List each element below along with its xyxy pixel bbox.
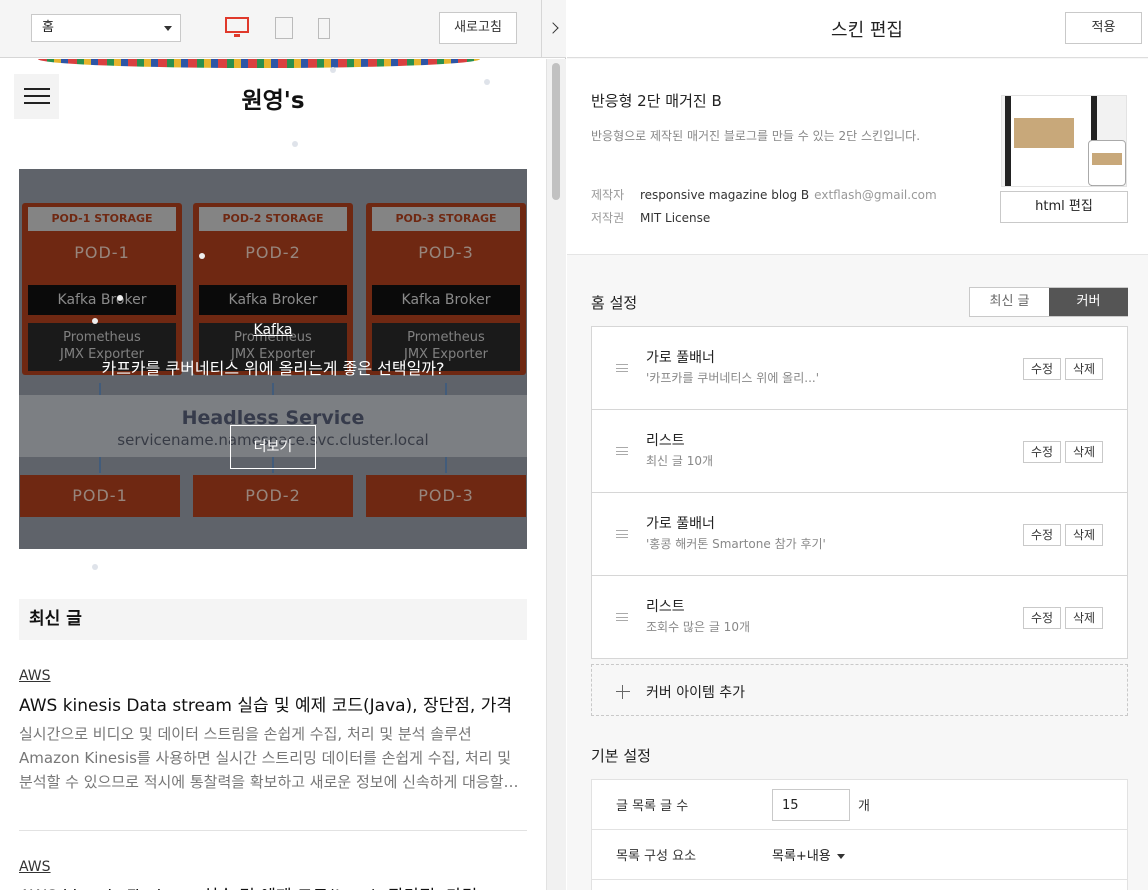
skin-thumbnail [1001, 95, 1127, 187]
post-title[interactable]: AWS kinesis Data stream 실습 및 예제 코드(Java)… [19, 691, 527, 716]
cover-item[interactable]: 가로 풀배너 '홍콩 해커톤 Smartone 참가 후기' 수정 삭제 [592, 493, 1127, 576]
cover-item[interactable]: 리스트 조회수 많은 글 10개 수정 삭제 [592, 576, 1127, 659]
tablet-icon[interactable] [275, 17, 293, 39]
license-label: 저작권 [591, 211, 625, 225]
post-count-row: 글 목록 글 수 개 [592, 780, 1127, 830]
cover-item-subtitle: '홍콩 해커톤 Smartone 참가 후기' [646, 537, 826, 551]
post-category[interactable]: AWS [19, 859, 527, 879]
add-cover-label: 커버 아이템 추가 [646, 685, 746, 701]
composition-label: 목록 구성 요소 [616, 849, 697, 864]
page-select-value: 홈 [42, 20, 54, 35]
cover-item-subtitle: 조회수 많은 글 10개 [646, 620, 750, 634]
drag-handle-icon[interactable] [616, 364, 628, 372]
cover-item-title: 가로 풀배너 [646, 350, 715, 366]
basic-settings-label: 기본 설정 [591, 747, 651, 765]
composition-select[interactable]: 목록+내용 [772, 845, 845, 864]
divider [19, 830, 527, 831]
cover-item-title: 리스트 [646, 599, 685, 615]
cover-edit-button[interactable]: 수정 [1023, 607, 1061, 629]
home-mode-toggle: 최신 글 커버 [969, 287, 1128, 317]
cover-item[interactable]: 가로 풀배너 '카프카를 쿠버네티스 위에 올리...' 수정 삭제 [592, 327, 1127, 410]
desktop-icon[interactable] [225, 17, 249, 37]
skin-editor-panel: 스킨 편집 적용 반응형 2단 매거진 B 반응형으로 제작된 매거진 블로그를… [567, 0, 1148, 890]
drag-handle-icon[interactable] [616, 447, 628, 455]
cover-delete-button[interactable]: 삭제 [1065, 524, 1103, 546]
cover-item-list: 가로 풀배너 '카프카를 쿠버네티스 위에 올리...' 수정 삭제 리스트 최… [591, 326, 1128, 659]
license-value: MIT License [640, 211, 711, 225]
hero-banner[interactable]: POD-1 STORAGE POD-1 Kafka Broker Prometh… [19, 169, 527, 549]
snowflake [92, 564, 98, 570]
garland-decoration [38, 59, 480, 68]
recent-posts-heading: 최신 글 [19, 599, 527, 640]
snowflake [117, 295, 123, 301]
post-count-label: 글 목록 글 수 [616, 799, 689, 814]
cover-delete-button[interactable]: 삭제 [1065, 607, 1103, 629]
cover-item[interactable]: 리스트 최신 글 10개 수정 삭제 [592, 410, 1127, 493]
skin-name: 반응형 2단 매거진 B [591, 92, 722, 110]
blog-preview: 원영's POD-1 STORAGE POD-1 Kafka Broker Pr… [0, 59, 546, 890]
composition-value: 목록+내용 [772, 849, 831, 864]
skin-description: 반응형으로 제작된 매거진 블로그를 만들 수 있는 2단 스킨입니다. [591, 129, 921, 143]
cover-delete-button[interactable]: 삭제 [1065, 358, 1103, 380]
basic-settings: 글 목록 글 수 개 목록 구성 요소 목록+내용 [591, 779, 1128, 890]
blog-title[interactable]: 원영's [0, 81, 546, 115]
hero-title[interactable]: 카프카를 쿠버네티스 위에 올리는게 좋은 선택일까? [19, 355, 527, 379]
preview-toolbar: 홈 새로고침 [0, 0, 541, 58]
cover-edit-button[interactable]: 수정 [1023, 358, 1061, 380]
chevron-right-icon[interactable] [541, 0, 566, 58]
skin-editor-app: 홈 새로고침 원영's POD-1 STORAGE POD-1 Kafka Br… [0, 0, 1148, 890]
maker-value: responsive magazine blog B [640, 188, 810, 202]
cover-edit-button[interactable]: 수정 [1023, 441, 1061, 463]
html-edit-button[interactable]: html 편집 [1000, 191, 1128, 223]
maker-email: extflash@gmail.com [814, 188, 937, 202]
snowflake [292, 141, 298, 147]
caret-down-icon [836, 854, 845, 859]
plus-icon [616, 685, 630, 699]
cover-edit-button[interactable]: 수정 [1023, 524, 1061, 546]
post-count-input[interactable] [772, 789, 850, 821]
home-settings-label: 홈 설정 [591, 294, 638, 312]
hero-category-link[interactable]: Kafka [19, 322, 527, 338]
editor-title: 스킨 편집 [831, 20, 903, 41]
preview-pane: 홈 새로고침 원영's POD-1 STORAGE POD-1 Kafka Br… [0, 0, 566, 890]
scroll-thumb[interactable] [552, 63, 560, 200]
reload-button[interactable]: 새로고침 [439, 12, 517, 44]
maker-label: 제작자 [591, 188, 625, 202]
skin-maker: 제작자 responsive magazine blog B extflash@gm… [591, 186, 937, 203]
composition-row: 목록 구성 요소 목록+내용 [592, 830, 1127, 880]
toggle-recent-posts[interactable]: 최신 글 [970, 288, 1049, 316]
apply-button[interactable]: 적용 [1065, 12, 1142, 44]
post-count-unit: 개 [858, 799, 870, 814]
post-category[interactable]: AWS [19, 668, 527, 688]
caret-down-icon [164, 26, 172, 31]
snowflake [199, 253, 205, 259]
post-excerpt: 실시간으로 비디오 및 데이터 스트림을 손쉽게 수집, 처리 및 분석 솔루션… [19, 725, 519, 791]
cover-item-title: 리스트 [646, 433, 685, 449]
cover-delete-button[interactable]: 삭제 [1065, 441, 1103, 463]
snowflake [330, 67, 336, 73]
cover-item-subtitle: 최신 글 10개 [646, 454, 714, 468]
post-item[interactable]: AWS AWS kinesis Firehose 실습 및 예제 코드(Java… [19, 859, 527, 890]
hero-more-button[interactable]: 더보기 [230, 425, 316, 469]
preview-scrollbar[interactable] [546, 59, 566, 890]
cover-item-title: 가로 풀배너 [646, 516, 715, 532]
drag-handle-icon[interactable] [616, 530, 628, 538]
editor-header: 스킨 편집 적용 [567, 0, 1148, 58]
skin-info: 반응형 2단 매거진 B 반응형으로 제작된 매거진 블로그를 만들 수 있는 … [567, 59, 1148, 255]
post-item[interactable]: AWS AWS kinesis Data stream 실습 및 예제 코드(J… [19, 668, 527, 794]
mobile-icon[interactable] [318, 18, 330, 39]
post-title[interactable]: AWS kinesis Firehose 실습 및 예제 코드(Java), 장… [19, 882, 527, 890]
toggle-cover[interactable]: 커버 [1049, 288, 1128, 316]
drag-handle-icon[interactable] [616, 613, 628, 621]
add-cover-item-button[interactable]: 커버 아이템 추가 [591, 664, 1128, 716]
skin-license: 저작권 MIT License [591, 209, 710, 226]
page-select[interactable]: 홈 [31, 14, 181, 42]
cover-item-subtitle: '카프카를 쿠버네티스 위에 올리...' [646, 371, 820, 385]
